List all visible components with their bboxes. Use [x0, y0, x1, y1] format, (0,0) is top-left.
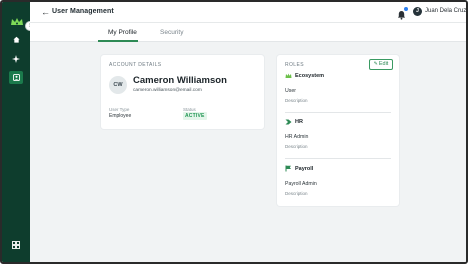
app-window: › ← User Management J Juan Dela Cruz My … — [0, 0, 468, 264]
role-description: Description — [285, 98, 308, 103]
role-group-ecosystem: Ecosystem — [285, 73, 324, 79]
tab-security[interactable]: Security — [160, 29, 183, 36]
role-group-name: HR — [295, 119, 303, 125]
profile-tabs: My Profile Security — [30, 23, 466, 42]
role-divider — [285, 112, 391, 113]
role-description: Description — [285, 144, 308, 149]
role-group-hr: HR — [285, 119, 303, 125]
role-group-name: Payroll — [295, 165, 314, 172]
sidebar-apps-grid[interactable] — [9, 238, 23, 251]
main-content: ACCOUNT DETAILS CW Cameron Williamson ca… — [30, 42, 466, 262]
edit-button-label: Edit — [378, 61, 389, 67]
sparkle-icon — [12, 54, 20, 63]
role-divider — [285, 158, 391, 159]
hr-logo-icon — [285, 119, 292, 125]
user-type-label: User Type — [109, 107, 130, 112]
account-details-card: ACCOUNT DETAILS CW Cameron Williamson ca… — [101, 55, 264, 129]
role-group-payroll: Payroll — [285, 165, 313, 172]
sidebar-item-sparkle[interactable] — [9, 52, 23, 65]
edit-roles-button[interactable]: ✎Edit — [369, 59, 393, 70]
profile-email: cameron.williamson@email.com — [133, 88, 202, 93]
sidebar-item-user-management[interactable] — [9, 71, 23, 84]
account-details-title: ACCOUNT DETAILS — [109, 62, 162, 68]
roles-card: ROLES ✎Edit Ecosystem User Description H… — [277, 55, 399, 206]
role-group-name: Ecosystem — [295, 73, 325, 79]
status-badge: ACTIVE — [183, 112, 207, 120]
pencil-icon: ✎ — [373, 61, 378, 67]
notification-dot — [404, 7, 408, 11]
user-name[interactable]: Juan Dela Cruz — [425, 8, 466, 14]
payroll-flag-icon — [285, 165, 292, 172]
user-avatar[interactable]: J — [413, 7, 422, 16]
page-title: User Management — [52, 8, 114, 15]
role-title: Payroll Admin — [285, 181, 317, 187]
role-description: Description — [285, 191, 308, 196]
sidebar-item-home[interactable] — [9, 33, 23, 46]
role-title: User — [285, 88, 296, 94]
user-management-icon — [12, 74, 20, 81]
profile-full-name: Cameron Williamson — [133, 75, 227, 86]
crown-icon — [285, 73, 292, 79]
crown-logo-icon — [10, 14, 24, 25]
roles-title: ROLES — [285, 62, 304, 68]
profile-avatar: CW — [109, 76, 127, 94]
back-arrow-icon[interactable]: ← — [41, 8, 50, 17]
home-icon — [12, 36, 20, 43]
grid-icon — [12, 240, 20, 249]
sidebar — [2, 2, 30, 262]
top-header: ← User Management J Juan Dela Cruz — [30, 2, 466, 23]
user-type-value: Employee — [109, 113, 132, 119]
role-title: HR Admin — [285, 134, 309, 140]
tab-my-profile[interactable]: My Profile — [108, 29, 137, 36]
